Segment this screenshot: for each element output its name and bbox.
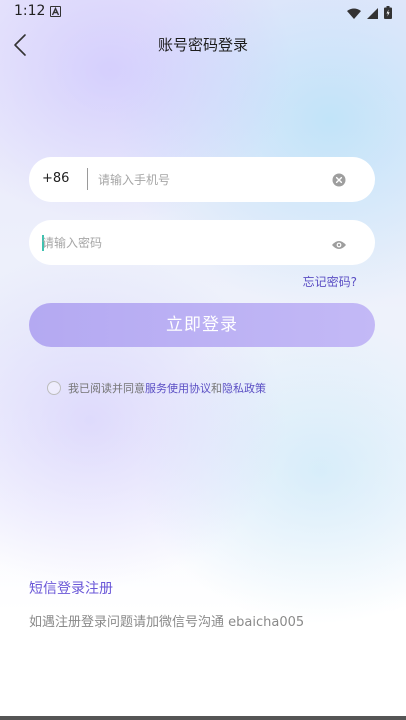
- status-time: 1:12: [14, 3, 46, 19]
- status-icons: [347, 4, 392, 23]
- notification-a-icon: [50, 6, 61, 17]
- field-divider: [87, 168, 88, 190]
- service-agreement-link[interactable]: 服务使用协议: [145, 380, 211, 396]
- phone-input[interactable]: [98, 168, 318, 192]
- bottom-edge: [0, 716, 406, 720]
- country-code[interactable]: +86: [42, 171, 69, 186]
- agreement-checkbox[interactable]: [47, 381, 61, 395]
- clear-icon[interactable]: [332, 172, 346, 187]
- agreement-row: 我已阅读并同意 服务使用协议 和 隐私政策: [47, 380, 266, 396]
- status-bar: 1:12: [0, 0, 406, 24]
- privacy-policy-link[interactable]: 隐私政策: [222, 380, 266, 396]
- page-title: 账号密码登录: [157, 36, 248, 54]
- forgot-password-link[interactable]: 忘记密码?: [303, 273, 357, 290]
- password-input[interactable]: [42, 231, 322, 255]
- help-text: 如遇注册登录问题请加微信号沟通 ebaicha005: [29, 615, 305, 630]
- signal-icon: [367, 4, 378, 23]
- login-button[interactable]: 立即登录: [29, 303, 375, 347]
- sms-register-link[interactable]: 短信登录注册: [29, 578, 113, 598]
- battery-icon: [384, 4, 392, 23]
- agreement-and: 和: [211, 382, 222, 395]
- eye-icon[interactable]: [331, 236, 347, 249]
- password-field[interactable]: [29, 220, 375, 265]
- wifi-icon: [347, 4, 361, 23]
- agreement-prefix: 我已阅读并同意: [68, 382, 145, 395]
- login-screen: 1:12 账号密码登录 +86 请输入手机号 忘记密码? 立即登录 我已阅读并同…: [0, 0, 406, 720]
- phone-field[interactable]: +86: [29, 157, 375, 202]
